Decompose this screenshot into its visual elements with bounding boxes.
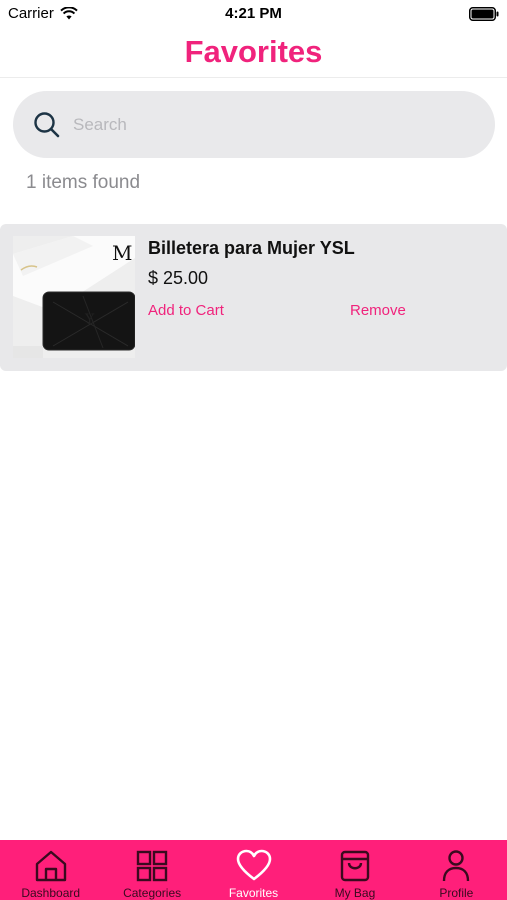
heart-icon bbox=[236, 849, 271, 881]
tab-label: Favorites bbox=[228, 886, 279, 900]
product-price: $ 25.00 bbox=[148, 268, 209, 288]
search-icon bbox=[34, 112, 60, 138]
home-icon bbox=[35, 850, 66, 882]
add-to-cart-button[interactable]: Add to Cart bbox=[148, 302, 224, 319]
tab-label: Profile bbox=[439, 886, 474, 900]
search-bar[interactable] bbox=[13, 91, 495, 158]
status-bar: Carrier 4:21 PM bbox=[0, 0, 507, 28]
svg-text:Y: Y bbox=[84, 312, 95, 328]
status-time: 4:21 PM bbox=[225, 5, 282, 22]
product-name: Billetera para Mujer YSL bbox=[148, 238, 355, 258]
tab-label: Categories bbox=[123, 886, 182, 900]
person-icon bbox=[443, 850, 470, 882]
nav-header: Favorites bbox=[0, 28, 507, 78]
thumbnail-letter: M bbox=[112, 241, 132, 264]
bag-icon bbox=[340, 850, 370, 882]
battery-icon bbox=[469, 7, 499, 21]
tab-dashboard[interactable]: Dashboard bbox=[0, 840, 101, 900]
tab-my-bag[interactable]: My Bag bbox=[304, 840, 405, 900]
tab-bar: Dashboard Categories Favorites My Bag Pr… bbox=[0, 840, 507, 900]
tab-favorites[interactable]: Favorites bbox=[203, 840, 304, 900]
favorite-item-card[interactable]: Y M Billetera para Mujer YSL $ 25.00 Add… bbox=[0, 224, 507, 371]
tab-label: My Bag bbox=[334, 886, 376, 900]
tab-categories[interactable]: Categories bbox=[101, 840, 202, 900]
grid-icon bbox=[136, 850, 168, 882]
remove-button[interactable]: Remove bbox=[350, 302, 406, 319]
tab-label: Dashboard bbox=[21, 886, 81, 900]
page-title: Favorites bbox=[184, 34, 323, 69]
search-input[interactable] bbox=[73, 109, 473, 141]
tab-profile[interactable]: Profile bbox=[406, 840, 507, 900]
items-found-count: 1 items found bbox=[26, 172, 141, 193]
svg-text:M: M bbox=[112, 241, 132, 264]
favorites-screen: Carrier 4:21 PM Favorites 1 items found bbox=[0, 0, 507, 900]
